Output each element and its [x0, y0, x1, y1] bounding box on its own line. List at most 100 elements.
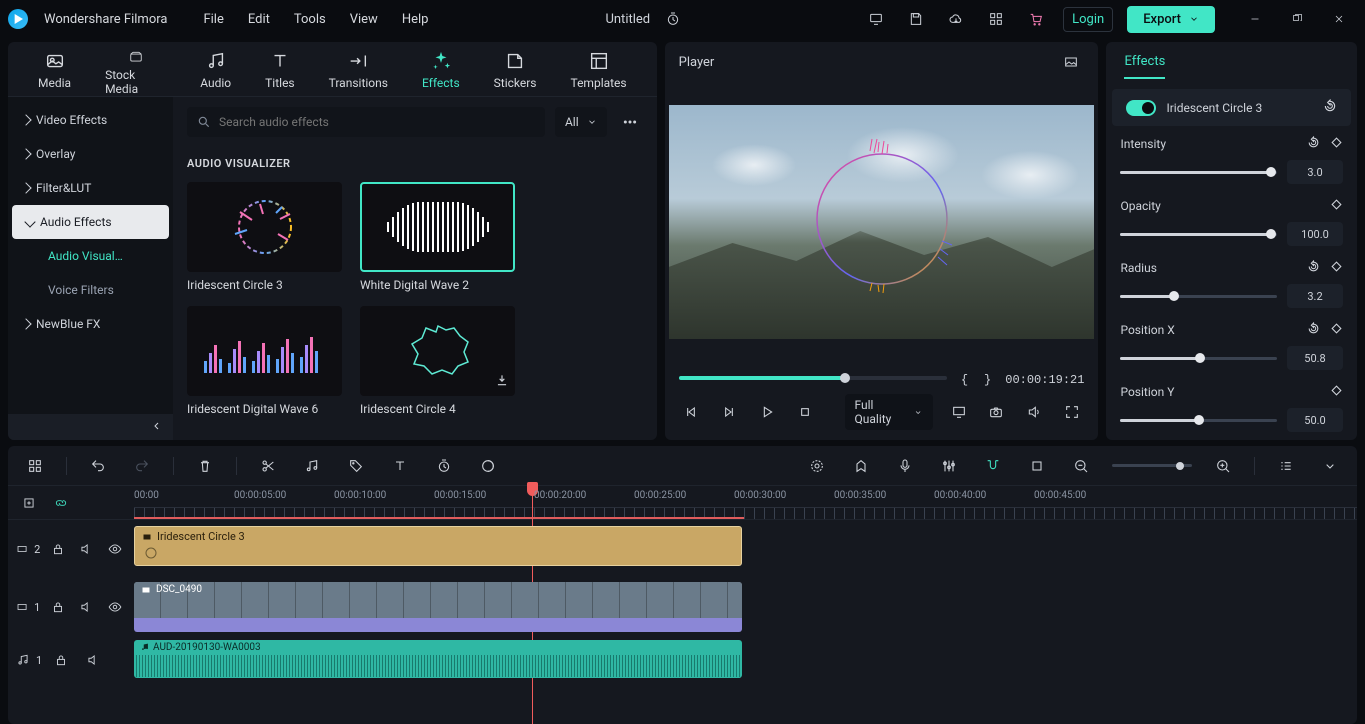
sidebar-item-overlay[interactable]: Overlay: [8, 137, 173, 171]
fullscreen-icon[interactable]: [1060, 399, 1084, 425]
marker-icon[interactable]: [848, 453, 874, 479]
props-tab-effects[interactable]: Effects: [1124, 54, 1165, 79]
zoom-slider[interactable]: [1112, 464, 1192, 467]
prop-slider[interactable]: [1120, 419, 1277, 422]
thumb-white-digital-wave-2[interactable]: White Digital Wave 2: [360, 182, 515, 292]
prop-slider[interactable]: [1120, 295, 1277, 298]
track-lock-icon[interactable]: [48, 647, 74, 673]
export-button[interactable]: Export: [1127, 6, 1215, 33]
save-icon[interactable]: [903, 6, 929, 32]
keyframe-icon[interactable]: [1330, 136, 1343, 152]
mark-out[interactable]: }: [984, 373, 991, 387]
volume-icon[interactable]: [1022, 399, 1046, 425]
mixer-icon[interactable]: [936, 453, 962, 479]
render-icon[interactable]: [804, 453, 830, 479]
zoom-out-icon[interactable]: [1068, 453, 1094, 479]
sidebar-item-filterlut[interactable]: Filter&LUT: [8, 171, 173, 205]
prop-reset-icon[interactable]: [1307, 136, 1320, 152]
cart-icon[interactable]: [1023, 6, 1049, 32]
sidebar-item-newbluefx[interactable]: NewBlue FX: [8, 307, 173, 341]
track-lock-icon[interactable]: [46, 594, 69, 620]
apps-icon[interactable]: [983, 6, 1009, 32]
snapshot-mode-icon[interactable]: [1058, 49, 1084, 75]
clip-audio[interactable]: AUD-20190130-WA0003: [134, 640, 742, 678]
track-mute-icon[interactable]: [75, 594, 98, 620]
tab-stockmedia[interactable]: Stock Media: [99, 50, 172, 96]
prop-slider[interactable]: [1120, 171, 1277, 174]
track-lock-icon[interactable]: [46, 536, 69, 562]
tab-titles[interactable]: Titles: [259, 50, 300, 96]
thumb-iridescent-circle-4[interactable]: Iridescent Circle 4: [360, 306, 515, 416]
search-field[interactable]: [219, 115, 535, 129]
crop-icon[interactable]: [1024, 453, 1050, 479]
prop-slider[interactable]: [1120, 357, 1277, 360]
tab-effects[interactable]: Effects: [416, 50, 466, 96]
mic-icon[interactable]: [892, 453, 918, 479]
timer-icon[interactable]: [660, 6, 686, 32]
prop-value[interactable]: 3.2: [1287, 284, 1343, 308]
prop-value[interactable]: 50.0: [1287, 408, 1343, 432]
keyframe-icon[interactable]: [1330, 384, 1343, 400]
sidebar-item-videoeffects[interactable]: Video Effects: [8, 103, 173, 137]
music-beat-icon[interactable]: [299, 453, 325, 479]
filter-dropdown[interactable]: All: [555, 107, 607, 137]
sidebar-collapse-icon[interactable]: [151, 420, 163, 435]
mark-in[interactable]: {: [961, 373, 968, 387]
track-visible-icon[interactable]: [103, 536, 126, 562]
sidebar-sub-audiovisualizer[interactable]: Audio Visual…: [8, 239, 173, 273]
tab-audio[interactable]: Audio: [194, 50, 237, 96]
tab-stickers[interactable]: Stickers: [488, 50, 543, 96]
clip-effect[interactable]: Iridescent Circle 3: [134, 526, 742, 566]
tab-media[interactable]: Media: [32, 50, 77, 96]
prop-value[interactable]: 100.0: [1287, 222, 1343, 246]
thumb-iridescent-circle-3[interactable]: Iridescent Circle 3: [187, 182, 342, 292]
thumb-iridescent-digital-wave-6[interactable]: Iridescent Digital Wave 6: [187, 306, 342, 416]
download-icon[interactable]: [495, 373, 509, 390]
delete-icon[interactable]: [192, 453, 218, 479]
link-icon[interactable]: [48, 490, 74, 516]
track-mute-icon[interactable]: [80, 647, 106, 673]
keyframe-icon[interactable]: [1330, 322, 1343, 338]
play-icon[interactable]: [755, 399, 779, 425]
video-monitor[interactable]: [669, 105, 1095, 339]
color-icon[interactable]: [475, 453, 501, 479]
menu-file[interactable]: File: [203, 12, 223, 27]
prop-slider[interactable]: [1120, 233, 1277, 236]
document-title[interactable]: Untitled: [605, 12, 650, 27]
cut-icon[interactable]: [255, 453, 281, 479]
effect-enable-toggle[interactable]: [1126, 100, 1156, 116]
dropdown-icon[interactable]: [1317, 453, 1343, 479]
tab-transitions[interactable]: Transitions: [323, 50, 394, 96]
quality-dropdown[interactable]: Full Quality: [845, 394, 933, 430]
prev-frame-icon[interactable]: [679, 399, 703, 425]
search-input[interactable]: [187, 107, 545, 137]
stop-icon[interactable]: [793, 399, 817, 425]
menu-edit[interactable]: Edit: [248, 12, 270, 27]
cloud-icon[interactable]: [943, 6, 969, 32]
more-icon[interactable]: [617, 109, 643, 135]
speed-icon[interactable]: [431, 453, 457, 479]
login-button[interactable]: Login: [1063, 7, 1113, 32]
track-mute-icon[interactable]: [75, 536, 98, 562]
list-icon[interactable]: [1273, 453, 1299, 479]
monitor-icon[interactable]: [863, 6, 889, 32]
text-icon[interactable]: [387, 453, 413, 479]
prop-reset-icon[interactable]: [1307, 260, 1320, 276]
effect-reset-icon[interactable]: [1323, 99, 1337, 116]
window-close[interactable]: [1321, 5, 1357, 33]
window-minimize[interactable]: [1237, 5, 1273, 33]
display-icon[interactable]: [947, 399, 971, 425]
prop-value[interactable]: 3.0: [1287, 160, 1343, 184]
zoom-in-icon[interactable]: [1210, 453, 1236, 479]
menu-help[interactable]: Help: [402, 12, 429, 27]
undo-icon[interactable]: [85, 453, 111, 479]
tag-icon[interactable]: [343, 453, 369, 479]
tab-templates[interactable]: Templates: [564, 50, 632, 96]
next-frame-icon[interactable]: [717, 399, 741, 425]
seekbar[interactable]: [679, 376, 947, 380]
sidebar-sub-voicefilters[interactable]: Voice Filters: [8, 273, 173, 307]
snap-icon[interactable]: [980, 453, 1006, 479]
keyframe-icon[interactable]: [1330, 260, 1343, 276]
clip-video[interactable]: DSC_0490: [134, 582, 742, 632]
prop-value[interactable]: 50.8: [1287, 346, 1343, 370]
